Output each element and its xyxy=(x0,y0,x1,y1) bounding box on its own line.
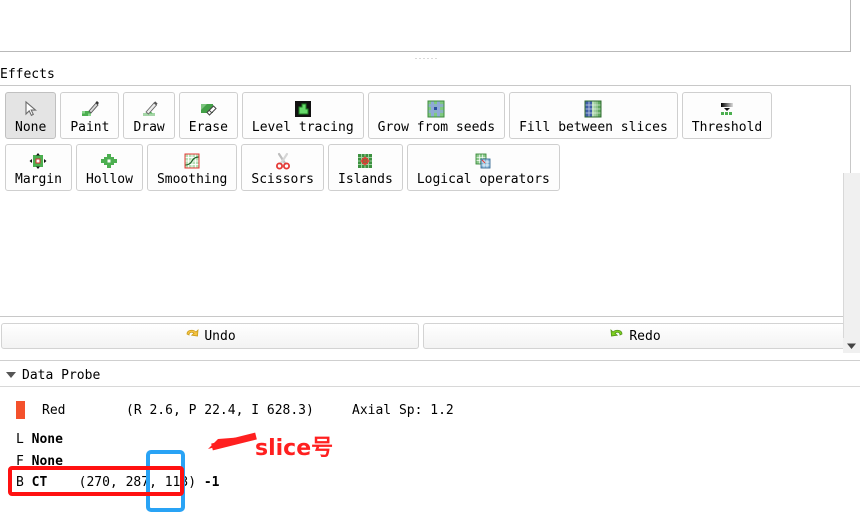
effects-section-label: Effects xyxy=(0,67,55,82)
data-probe-header[interactable]: Data Probe xyxy=(0,366,860,384)
effect-label: Margin xyxy=(15,172,62,187)
cursor-arrow-icon xyxy=(22,99,40,119)
islands-icon xyxy=(355,151,375,171)
probe-corner-L: L xyxy=(16,432,24,447)
effect-button-none[interactable]: None xyxy=(5,92,57,139)
effect-button-fill-between-slices[interactable]: Fill between slices xyxy=(509,92,678,139)
smoothing-icon xyxy=(182,151,202,171)
probe-row-L: L None xyxy=(16,432,63,447)
level-tracing-icon xyxy=(293,99,313,119)
fill-between-slices-icon xyxy=(583,99,603,119)
effect-label: Islands xyxy=(338,172,393,187)
effect-button-grow-from-seeds[interactable]: Grow from seeds xyxy=(367,92,506,139)
splitter-grip-icon xyxy=(415,58,436,59)
effect-label: Smoothing xyxy=(156,172,228,187)
probe-layer-F: None xyxy=(31,454,63,469)
redo-label: Redo xyxy=(629,328,661,344)
panel-splitter[interactable] xyxy=(0,54,851,64)
data-probe-top-divider xyxy=(0,360,860,361)
probe-coordinates: (R 2.6, P 22.4, I 628.3) xyxy=(126,403,314,418)
effect-label: Threshold xyxy=(691,120,763,135)
effect-label: Logical operators xyxy=(416,172,550,187)
effect-button-level-tracing[interactable]: Level tracing xyxy=(241,92,364,139)
probe-layer-L: None xyxy=(31,432,63,447)
effects-row-2: Margin Hollow Smoothing Scissors Islands… xyxy=(5,144,560,191)
probe-voxel-coords: (270, 287, 113) xyxy=(78,475,197,490)
undo-button[interactable]: Undo xyxy=(1,323,419,349)
view-name: Red xyxy=(42,403,66,418)
probe-intensity: -1 xyxy=(203,475,220,490)
segment-editor-panel: Effects None Paint Draw Erase Level trac… xyxy=(0,0,860,523)
undo-arrow-icon xyxy=(184,327,200,346)
margin-icon xyxy=(28,151,48,171)
effect-button-islands[interactable]: Islands xyxy=(328,144,403,191)
scissors-icon xyxy=(273,151,293,171)
effect-label: Level tracing xyxy=(251,120,354,135)
probe-row-F: F None xyxy=(16,454,63,469)
vertical-scrollbar[interactable] xyxy=(843,173,860,353)
effect-label: Erase xyxy=(188,120,228,135)
effect-label: Scissors xyxy=(251,172,315,187)
effect-label: Grow from seeds xyxy=(377,120,496,135)
data-probe-header-divider xyxy=(0,386,860,387)
probe-row-B: B CT (270, 287, 113) -1 xyxy=(16,475,220,490)
scroll-down-arrow-icon[interactable] xyxy=(843,338,860,353)
effect-button-draw[interactable]: Draw xyxy=(123,92,175,139)
effect-button-logical-operators[interactable]: Logical operators xyxy=(406,144,560,191)
data-probe-title: Data Probe xyxy=(22,367,101,383)
probe-layer-B: CT xyxy=(31,475,48,490)
pencil-draw-icon xyxy=(139,99,159,119)
effect-button-scissors[interactable]: Scissors xyxy=(241,144,325,191)
probe-spacing: Axial Sp: 1.2 xyxy=(352,403,454,418)
effect-button-hollow[interactable]: Hollow xyxy=(75,144,143,191)
top-empty-panel xyxy=(0,0,851,52)
probe-corner-F: F xyxy=(16,454,24,469)
threshold-icon xyxy=(717,99,737,119)
effect-button-paint[interactable]: Paint xyxy=(60,92,120,139)
chevron-down-icon[interactable] xyxy=(6,372,16,378)
effect-button-erase[interactable]: Erase xyxy=(178,92,238,139)
history-button-row: Undo Redo xyxy=(0,323,851,351)
effect-label: Paint xyxy=(70,120,110,135)
effect-button-smoothing[interactable]: Smoothing xyxy=(146,144,238,191)
effect-label: Fill between slices xyxy=(519,120,668,135)
eraser-icon xyxy=(198,99,218,119)
data-probe-body: Red (R 2.6, P 22.4, I 628.3) Axial Sp: 1… xyxy=(0,392,860,523)
effect-button-margin[interactable]: Margin xyxy=(5,144,72,191)
effect-label: None xyxy=(15,120,47,135)
undo-label: Undo xyxy=(204,328,236,344)
logical-operators-icon xyxy=(473,151,493,171)
hollow-icon xyxy=(99,151,119,171)
redo-arrow-icon xyxy=(609,327,625,346)
effects-container: None Paint Draw Erase Level tracing Grow… xyxy=(0,85,851,317)
annotation-arrow-icon xyxy=(208,432,257,451)
paintbrush-icon xyxy=(80,99,100,119)
annotation-callout-text: slice号 xyxy=(255,436,334,461)
grow-from-seeds-icon xyxy=(426,99,446,119)
probe-corner-B: B xyxy=(16,475,24,490)
redo-button[interactable]: Redo xyxy=(423,323,847,349)
effect-label: Hollow xyxy=(85,172,133,187)
view-color-swatch xyxy=(16,401,25,419)
effect-label: Draw xyxy=(133,120,165,135)
effects-row-1: None Paint Draw Erase Level tracing Grow… xyxy=(5,92,773,139)
effect-button-threshold[interactable]: Threshold xyxy=(681,92,773,139)
